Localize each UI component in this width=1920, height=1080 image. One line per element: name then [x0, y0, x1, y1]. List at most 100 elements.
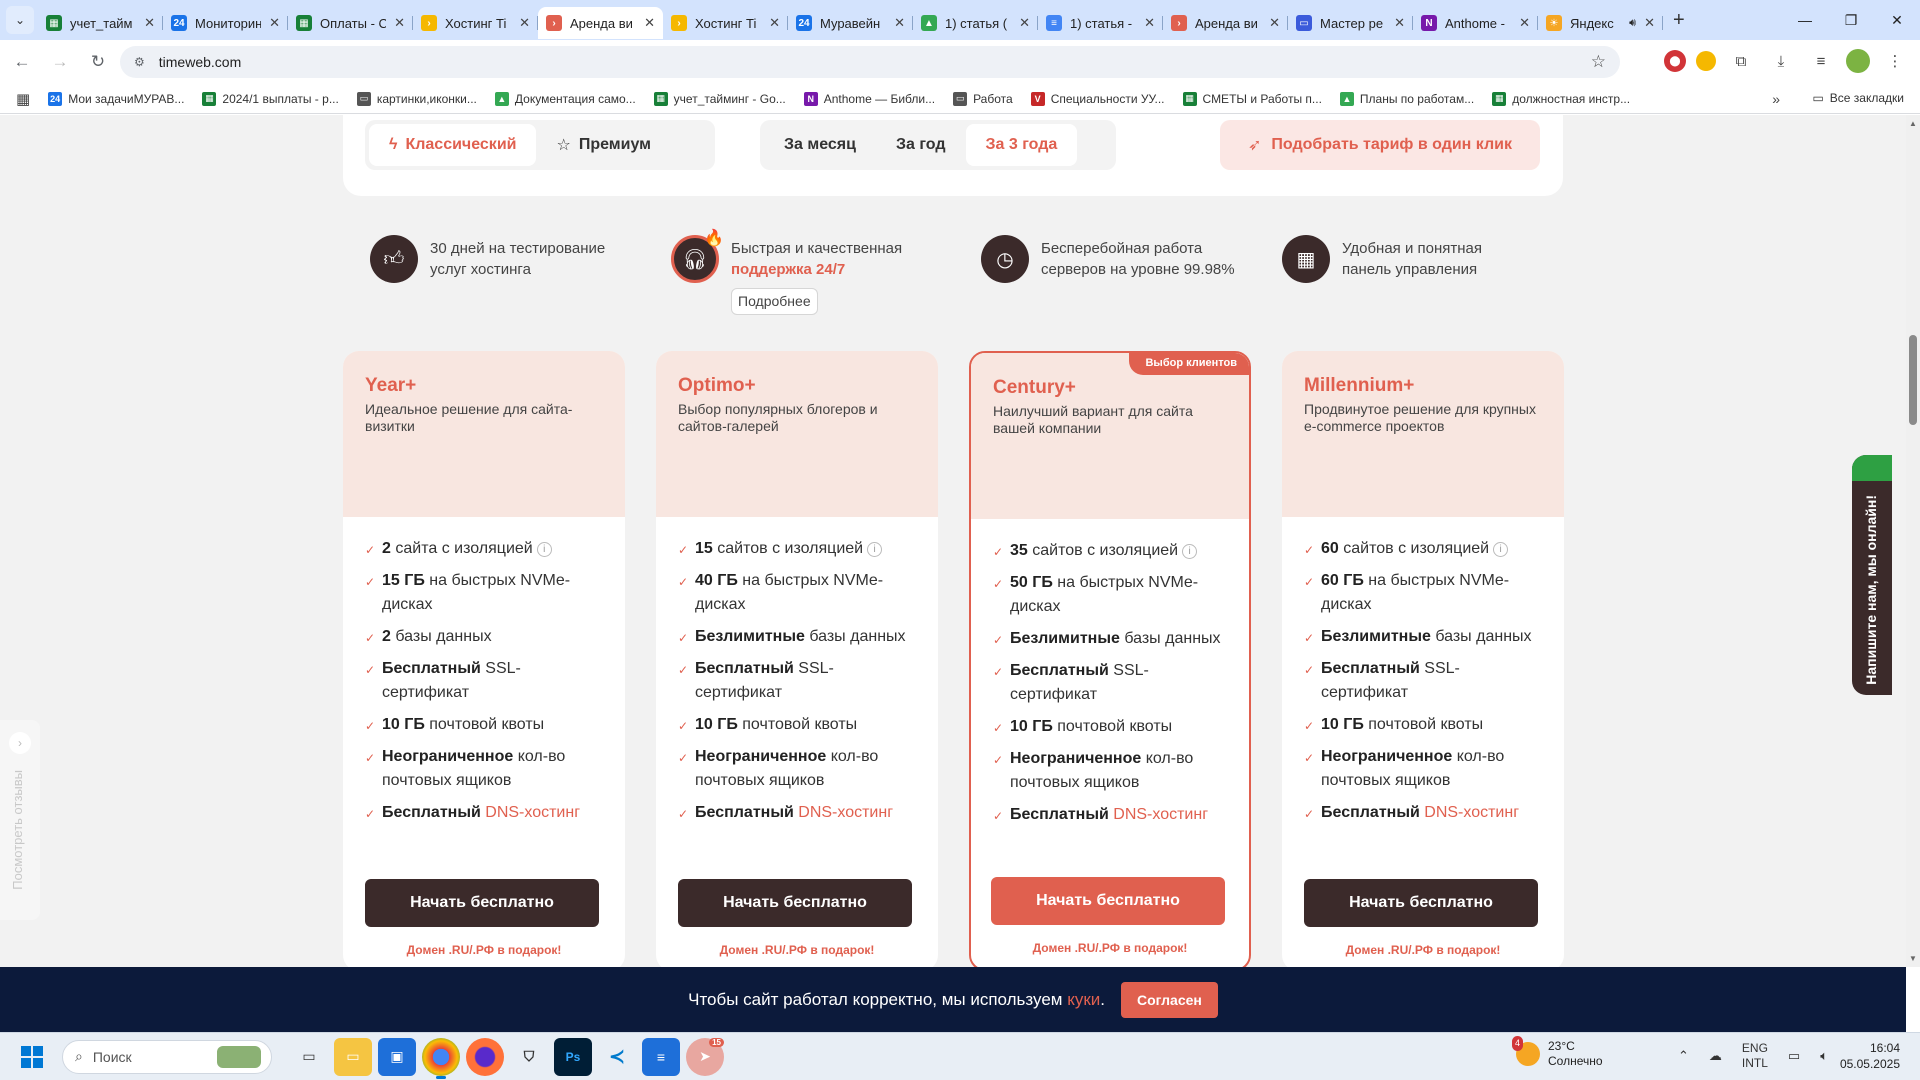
dns-hosting-link[interactable]: DNS-хостинг: [798, 804, 893, 821]
site-info-icon[interactable]: ⚙: [134, 55, 145, 69]
bookmark-item[interactable]: ▲ Планы по работам...: [1339, 91, 1474, 106]
close-tab-icon[interactable]: ✕: [1519, 15, 1530, 31]
info-icon[interactable]: i: [536, 542, 552, 557]
info-icon[interactable]: i: [1493, 542, 1509, 557]
start-button[interactable]: [8, 1033, 56, 1080]
store-icon[interactable]: ▣: [378, 1037, 416, 1076]
close-tab-icon[interactable]: ✕: [394, 15, 405, 31]
scrollbar-thumb[interactable]: [1909, 335, 1917, 425]
bookmark-item[interactable]: 24 Мои задачиМУРАВ...: [48, 91, 184, 106]
browser-menu-icon[interactable]: ⋮: [1880, 46, 1910, 76]
bookmark-item[interactable]: N Anthome — Библи...: [803, 91, 935, 106]
close-tab-icon[interactable]: ✕: [144, 15, 155, 31]
profile-avatar[interactable]: [1846, 49, 1870, 73]
security-shield-icon[interactable]: ⛉: [510, 1038, 548, 1076]
language-indicator[interactable]: ENG INTL: [1742, 1041, 1768, 1071]
extension-coin-icon[interactable]: [1696, 51, 1716, 71]
extension-badge-icon[interactable]: ⬤: [1664, 50, 1686, 72]
dns-hosting-link[interactable]: DNS-хостинг: [485, 804, 580, 821]
info-icon[interactable]: i: [867, 542, 883, 557]
pick-tariff-button[interactable]: ➶ Подобрать тариф в один клик: [1220, 120, 1540, 170]
address-bar[interactable]: ⚙ timeweb.com ☆: [120, 46, 1620, 78]
browser-tab[interactable]: ≡ 1) статья - ✕: [1038, 7, 1163, 39]
browser-tab[interactable]: ▦ учет_тайм ✕: [38, 7, 163, 39]
close-tab-icon[interactable]: ✕: [1019, 15, 1030, 31]
bookmark-item[interactable]: ▭ картинки,иконки...: [356, 91, 477, 106]
start-free-button[interactable]: Начать бесплатно: [678, 879, 912, 927]
telegram-icon[interactable]: ➤ 15: [686, 1037, 724, 1076]
notepad-icon[interactable]: ≡: [642, 1037, 680, 1076]
close-tab-icon[interactable]: ✕: [1144, 15, 1155, 31]
cookie-agree-button[interactable]: Согласен: [1121, 981, 1218, 1018]
browser-tab[interactable]: ▦ Оплаты - С ✕: [288, 7, 413, 39]
tariff-type-classic[interactable]: ϟ Классический: [369, 124, 537, 166]
tray-chevron-up-icon[interactable]: ⌃: [1678, 1048, 1689, 1064]
bookmark-item[interactable]: ▦ 2024/1 выплаты - р...: [202, 91, 339, 106]
browser-tab[interactable]: › Хостинг Ti ✕: [413, 7, 538, 39]
file-explorer-icon[interactable]: ▭: [334, 1037, 372, 1076]
chat-side-tab[interactable]: Напишите нам, мы онлайн!: [1852, 455, 1892, 695]
browser-tab[interactable]: 24 Муравейн ✕: [788, 7, 913, 39]
extensions-puzzle-icon[interactable]: ⧉: [1726, 46, 1756, 76]
browser-tab[interactable]: ▲ 1) статья (✕: [913, 7, 1038, 39]
bookmark-star-icon[interactable]: ☆: [1591, 52, 1606, 72]
new-tab-plus-icon[interactable]: +: [1673, 9, 1685, 32]
bookmark-item[interactable]: ▦ СМЕТЫ и Работы п...: [1182, 91, 1322, 106]
start-free-button[interactable]: Начать бесплатно: [1304, 879, 1538, 927]
download-icon[interactable]: ⤓: [1766, 46, 1796, 76]
start-free-button[interactable]: Начать бесплатно: [991, 877, 1225, 925]
speaker-icon[interactable]: 🔊︎: [1629, 17, 1636, 30]
display-icon[interactable]: ▭: [1788, 1048, 1800, 1064]
tab-search-chevron-icon[interactable]: ⌄: [6, 6, 34, 34]
close-tab-icon[interactable]: ✕: [1269, 15, 1280, 31]
bookmark-item[interactable]: ▦ должностная инстр...: [1492, 91, 1630, 106]
browser-tab[interactable]: 24 Мониторин ✕: [163, 7, 288, 39]
bookmark-item[interactable]: ▦ учет_тайминг - Go...: [653, 91, 786, 106]
close-tab-icon[interactable]: ✕: [269, 15, 280, 31]
media-control-icon[interactable]: ≡: [1806, 46, 1836, 76]
reload-icon[interactable]: ↻: [82, 46, 114, 78]
chevron-right-icon[interactable]: ›: [9, 732, 31, 754]
start-free-button[interactable]: Начать бесплатно: [365, 879, 599, 927]
taskbar-search[interactable]: ⌕ Поиск: [62, 1039, 272, 1074]
browser-tab[interactable]: › Хостинг Ti ✕: [663, 7, 788, 39]
dns-hosting-link[interactable]: DNS-хостинг: [1113, 806, 1208, 823]
firefox-icon[interactable]: [466, 1037, 504, 1076]
period-month[interactable]: За месяц: [764, 124, 876, 166]
browser-tab[interactable]: ▭ Мастер ре ✕: [1288, 7, 1413, 39]
minimize-icon[interactable]: —: [1782, 0, 1828, 40]
cloud-offline-icon[interactable]: ☁: [1709, 1048, 1722, 1064]
all-bookmarks[interactable]: ▭ Все закладки: [1812, 91, 1904, 105]
bookmark-item[interactable]: ▭ Работа: [953, 91, 1013, 106]
more-details-button[interactable]: Подробнее: [731, 288, 818, 315]
bookmark-item[interactable]: ▲ Документация само...: [494, 91, 636, 106]
browser-tab[interactable]: N Anthome - ✕: [1413, 7, 1538, 39]
period-year[interactable]: За год: [876, 124, 966, 166]
forward-arrow-icon[interactable]: →: [44, 46, 76, 78]
tariff-type-premium[interactable]: ☆ Премиум: [536, 124, 671, 166]
close-tab-icon[interactable]: ✕: [1394, 15, 1405, 31]
restore-icon[interactable]: ❐: [1828, 0, 1874, 40]
more-bookmarks-chevron-icon[interactable]: »: [1772, 91, 1780, 107]
back-arrow-icon[interactable]: ←: [6, 46, 38, 78]
photoshop-icon[interactable]: Ps: [554, 1037, 592, 1076]
close-tab-icon[interactable]: ✕: [769, 15, 780, 31]
chrome-icon[interactable]: [422, 1037, 460, 1079]
reviews-side-tab[interactable]: › Посмотреть отзывы: [0, 720, 40, 920]
close-tab-icon[interactable]: ✕: [519, 15, 530, 31]
period-3-years[interactable]: За 3 года: [965, 124, 1078, 166]
close-tab-icon[interactable]: ✕: [644, 15, 655, 31]
scroll-down-icon[interactable]: ▼: [1909, 954, 1917, 963]
page-scrollbar[interactable]: ▲ ▼: [1906, 115, 1920, 967]
scroll-up-icon[interactable]: ▲: [1909, 119, 1917, 128]
close-tab-icon[interactable]: ✕: [1644, 15, 1655, 31]
task-view-icon[interactable]: ▭: [290, 1038, 328, 1076]
close-tab-icon[interactable]: ✕: [894, 15, 905, 31]
bookmark-item[interactable]: V Специальности УУ...: [1030, 91, 1165, 106]
cookie-link[interactable]: куки: [1067, 990, 1100, 1009]
taskbar-clock[interactable]: 16:04 05.05.2025: [1840, 1040, 1900, 1072]
vscode-icon[interactable]: ≺: [598, 1038, 636, 1076]
close-window-icon[interactable]: ✕: [1874, 0, 1920, 40]
browser-tab[interactable]: › Аренда ви ✕: [1163, 7, 1288, 39]
browser-tab[interactable]: ☀ Яндекс 🔊︎ ✕: [1538, 7, 1663, 39]
